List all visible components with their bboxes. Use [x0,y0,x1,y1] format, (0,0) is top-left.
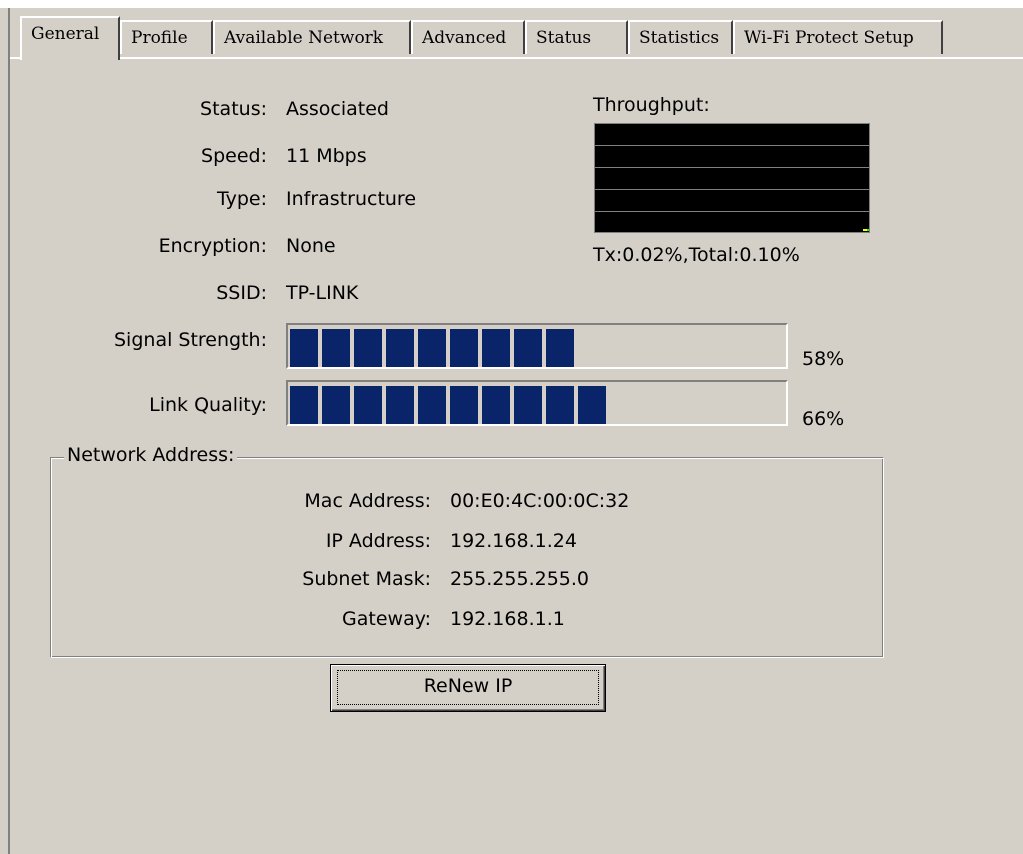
level-segment [482,386,510,424]
tab-wifi-protect-setup[interactable]: Wi-Fi Protect Setup [733,20,943,54]
signal-strength-bar [286,323,788,369]
level-segment [514,329,542,367]
level-segment [450,386,478,424]
signal-strength-label: Signal Strength: [114,329,267,351]
type-value: Infrastructure [286,188,417,210]
level-segment [322,386,350,424]
tab-statistics[interactable]: Statistics [628,20,733,54]
tab-available-network[interactable]: Available Network [213,20,411,54]
window-top-border [0,0,1023,8]
tab-profile[interactable]: Profile [120,20,213,54]
level-segment [354,386,382,424]
level-segment [418,329,446,367]
level-segment [546,329,574,367]
level-segment [514,386,542,424]
throughput-label: Throughput: [593,94,710,116]
ssid-value: TP-LINK [286,282,359,304]
link-quality-percent: 66% [802,408,845,430]
level-segment [482,329,510,367]
throughput-summary: Tx:0.02%,Total:0.10% [593,244,800,266]
tab-advanced[interactable]: Advanced [411,20,525,54]
window-left-border [0,8,10,854]
ip-address-value: 192.168.1.24 [450,530,577,552]
graph-gridline [595,145,869,146]
graph-trace-total [867,229,869,231]
renew-ip-button[interactable]: ReNew IP [330,664,606,712]
level-segment [450,329,478,367]
tab-bar: General Profile Available Network Advanc… [10,12,1023,60]
level-segment [418,386,446,424]
level-segment [578,386,606,424]
tab-status[interactable]: Status [525,20,628,54]
speed-label: Speed: [201,145,267,167]
throughput-graph [594,123,870,233]
tab-general[interactable]: General [20,16,120,60]
speed-value: 11 Mbps [286,145,367,167]
subnet-mask-value: 255.255.255.0 [450,568,590,590]
level-segment [386,386,414,424]
encryption-label: Encryption: [158,235,267,257]
gateway-label: Gateway: [342,608,431,630]
renew-ip-button-label: ReNew IP [423,675,513,697]
tab-divider [10,57,1023,59]
level-segment [386,329,414,367]
encryption-value: None [286,235,336,257]
status-label: Status: [200,98,267,120]
mac-address-label: Mac Address: [304,490,431,512]
subnet-mask-label: Subnet Mask: [302,568,431,590]
level-segment [290,386,318,424]
gateway-value: 192.168.1.1 [450,608,565,630]
status-value: Associated [286,98,389,120]
network-address-legend: Network Address: [64,444,238,466]
graph-gridline [595,167,869,168]
signal-strength-percent: 58% [802,348,845,370]
ip-address-label: IP Address: [325,530,431,552]
graph-gridline [595,189,869,190]
ssid-label: SSID: [216,282,267,304]
level-segment [290,329,318,367]
graph-gridline [595,211,869,212]
type-label: Type: [216,188,267,210]
level-segment [322,329,350,367]
level-segment [546,386,574,424]
level-segment [354,329,382,367]
link-quality-label: Link Quality: [149,394,267,416]
mac-address-value: 00:E0:4C:00:0C:32 [450,490,630,512]
link-quality-bar [286,380,788,426]
